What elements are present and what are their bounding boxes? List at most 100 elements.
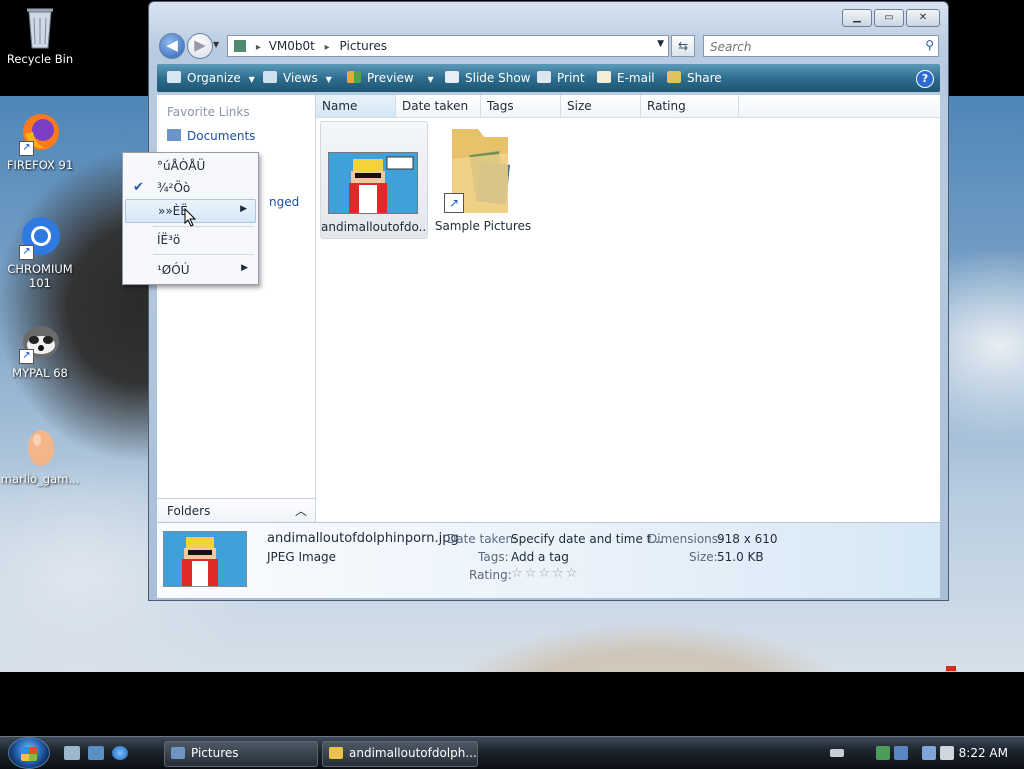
share-button[interactable]: Share [667,71,722,85]
search-input[interactable] [708,38,912,55]
taskbar-button-game[interactable]: andimalloutofdolph... [322,741,478,767]
checkmark-icon: ✔ [133,180,144,195]
folder-icon: ↗ [442,123,518,215]
menu-item[interactable]: ✔ ¾²Öò [125,177,256,199]
file-list: Name Date taken Tags Size Rating andimal… [316,95,940,523]
explorer-icon [171,747,185,759]
search-icon[interactable]: ⚲ [925,38,934,52]
column-tags[interactable]: Tags [481,95,561,117]
submenu-arrow-icon: ▶ [240,204,247,214]
slideshow-icon [445,71,459,83]
details-filename: andimalloutofdolphinporn.jpg [267,531,459,546]
star-icon[interactable]: ☆ [525,566,537,581]
desktop-icon-label: FIREFOX 91 [6,158,74,172]
column-rating[interactable]: Rating [641,95,739,117]
system-tray: 8:22 AM [828,737,1024,769]
views-button[interactable]: Views ▼ [263,71,332,85]
taskbar: Pictures andimalloutofdolph... 8:22 AM [0,736,1024,769]
details-size-label: Size: [689,550,718,564]
chromium-icon: ↗ [17,214,63,260]
mypal-icon: ↗ [17,318,63,364]
details-date-value[interactable]: Specify date and time t... [511,532,663,546]
star-icon[interactable]: ☆ [538,566,550,581]
details-filetype: JPEG Image [267,550,337,564]
column-size[interactable]: Size [561,95,641,117]
folders-toggle[interactable]: Folders ︿ [157,498,315,523]
address-dropdown-icon[interactable]: ▼ [657,39,664,49]
organize-button[interactable]: Organize ▼ [167,71,255,85]
file-item-image[interactable]: andimalloutofdo... [320,121,428,239]
desktop-icon-label: CHROMIUM 101 [7,262,73,290]
display-icon[interactable] [922,746,936,760]
help-button[interactable]: ? [916,70,934,88]
clock[interactable]: 8:22 AM [959,746,1008,760]
star-icon[interactable]: ☆ [511,566,523,581]
desktop-icon-marlio[interactable]: marlio_gam... [0,424,80,486]
computer-icon [234,40,246,52]
network-icon[interactable] [876,746,890,760]
menu-item[interactable]: °úÅÒÅÜ [125,155,256,177]
menu-item[interactable]: ÍË³ö [125,229,256,251]
egg-icon [17,424,63,470]
app-icon [329,747,343,759]
desktop-icon-label: MYPAL 68 [12,366,68,380]
desktop-icon-firefox[interactable]: ↗ FIREFOX 91 [0,110,80,172]
taskbar-button-pictures[interactable]: Pictures [164,741,318,767]
slideshow-button[interactable]: Slide Show [445,71,530,85]
address-computer[interactable]: VM0b0t [269,39,315,53]
favorite-links-heading: Favorite Links [167,105,250,119]
image-thumbnail [328,152,418,214]
print-button[interactable]: Print [537,71,585,85]
details-tags-label: Tags: [478,550,509,564]
tray-app-icon[interactable] [894,746,908,760]
column-date-taken[interactable]: Date taken [396,95,481,117]
desktop-icon-mypal[interactable]: ↗ MYPAL 68 [0,318,80,380]
address-bar[interactable]: ▸ VM0b0t ▸ Pictures ▼ [227,35,669,57]
nav-link-documents[interactable]: Documents [167,129,255,143]
details-rating-label: Rating: [469,568,512,582]
switch-windows-icon[interactable] [88,746,104,760]
file-item-label: andimalloutofdo... [321,220,427,234]
volume-muted-icon[interactable] [940,746,954,760]
command-toolbar: Organize ▼ Views ▼ Preview ▼ Slide Show … [157,64,940,92]
address-separator: ▸ [324,42,330,53]
details-tags-value[interactable]: Add a tag [511,550,569,564]
desktop-icon-recycle-bin[interactable]: Recycle Bin [0,4,80,66]
close-button[interactable]: ✕ [906,9,940,27]
internet-explorer-icon[interactable] [112,746,128,760]
details-date-label: Date taken: [447,532,518,546]
recycle-bin-icon [17,4,63,50]
keyboard-icon[interactable] [830,749,844,757]
search-box[interactable]: ⚲ [703,35,939,57]
email-button[interactable]: E-mail [597,71,655,85]
address-folder[interactable]: Pictures [340,39,388,53]
star-icon[interactable]: ☆ [552,566,564,581]
file-item-folder[interactable]: ↗ Sample Pictures [430,121,536,237]
star-icon[interactable]: ☆ [566,566,578,581]
refresh-button[interactable]: ⇆ [671,35,695,57]
details-dimensions-label: Dimensions: [648,532,723,546]
back-button[interactable]: ◀ [159,33,185,59]
forward-button[interactable]: ▶ [187,33,213,59]
address-separator: ▸ [255,42,261,53]
show-desktop-icon[interactable] [64,746,80,760]
maximize-button[interactable]: ▭ [874,9,904,27]
mouse-cursor-icon [184,207,198,228]
share-icon [667,71,681,83]
minimize-button[interactable]: ▁ [842,9,872,27]
nav-link-recently-changed[interactable]: nged [269,195,299,209]
navigation-row: ◀ ▶ ▼ ▸ VM0b0t ▸ Pictures ▼ ⇆ ⚲ [157,32,940,60]
details-thumbnail [163,531,247,587]
desktop-icon-chromium[interactable]: ↗ CHROMIUM 101 [0,214,80,290]
details-dimensions-value: 918 x 610 [717,532,778,546]
recent-pages-dropdown[interactable]: ▼ [213,40,219,49]
shortcut-arrow-icon: ↗ [19,245,34,260]
start-button[interactable] [8,737,50,769]
preview-button[interactable]: Preview ▼ [347,71,434,85]
menu-item[interactable]: ¹ØÓÚ ▶ [125,259,256,281]
rating-stars[interactable]: ☆ ☆ ☆ ☆ ☆ [511,566,579,581]
desktop-icon-label: Recycle Bin [6,52,74,66]
file-item-label: Sample Pictures [434,219,532,233]
mario-sprite-icon [938,664,964,672]
column-name[interactable]: Name [316,95,396,117]
